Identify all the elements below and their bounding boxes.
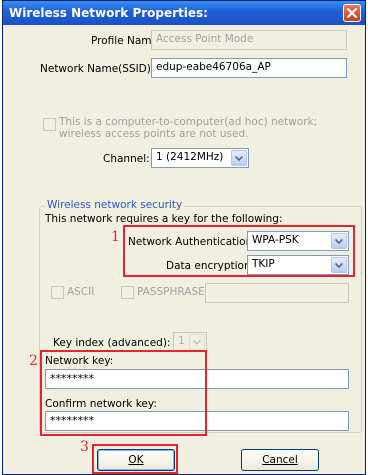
channel-label: Channel: (103, 153, 150, 165)
profile-name-field: Access Point Mode (151, 30, 347, 50)
annotation-number-2: 2 (29, 353, 38, 369)
key-index-label: Key index (advanced): (53, 337, 171, 349)
annotation-number-3: 3 (80, 439, 89, 455)
ssid-label: Network Name(SSID): (40, 63, 155, 75)
cancel-button[interactable]: Cancel (241, 449, 319, 471)
window-title: Wireless Network Properties: (9, 6, 208, 20)
close-button[interactable] (343, 4, 361, 22)
annotation-box-3 (92, 444, 178, 474)
annotation-box-2 (40, 350, 207, 436)
passphrase-field (205, 283, 349, 303)
adhoc-label: This is a computer-to-computer(ad hoc) n… (59, 116, 318, 140)
passphrase-label: PASSPHRASE (137, 286, 205, 298)
chevron-down-icon (189, 334, 205, 350)
ascii-checkbox[interactable] (51, 286, 64, 299)
ascii-label: ASCII (67, 286, 95, 298)
close-icon (347, 8, 357, 18)
security-group-legend: Wireless network security (45, 199, 185, 211)
key-index-value: 1 (178, 335, 185, 347)
security-intro: This network requires a key for the foll… (45, 213, 283, 225)
channel-value: 1 (2412MHz) (156, 151, 224, 163)
channel-select[interactable]: 1 (2412MHz) (151, 148, 249, 168)
adhoc-checkbox[interactable] (43, 118, 56, 131)
passphrase-checkbox[interactable] (121, 286, 134, 299)
wireless-network-properties-dialog: Wireless Network Properties: Profile Nam… (2, 0, 366, 475)
chevron-down-icon (231, 150, 247, 166)
ssid-input[interactable]: edup-eabe46706a_AP (151, 58, 347, 78)
annotation-number-1: 1 (111, 229, 120, 245)
title-bar[interactable]: Wireless Network Properties: (3, 1, 365, 25)
cancel-button-label: Cancel (262, 454, 298, 466)
annotation-box-1 (123, 225, 355, 277)
key-index-select: 1 (173, 332, 207, 352)
